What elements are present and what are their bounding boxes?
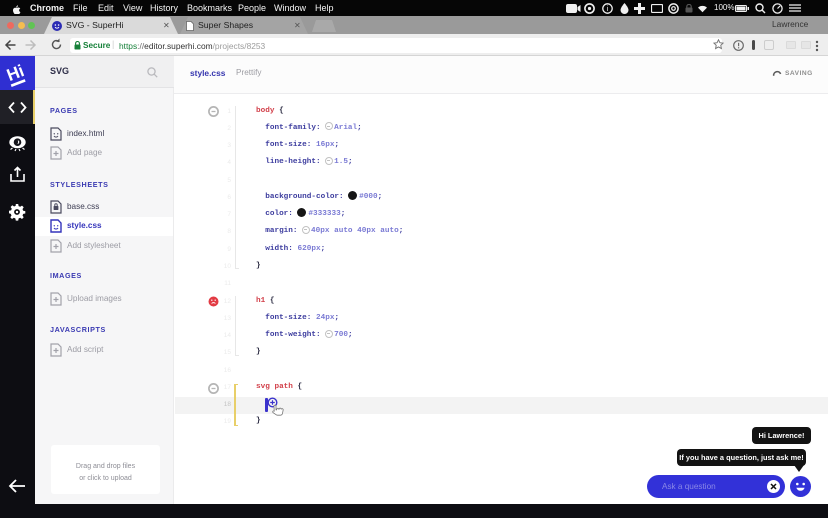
svg-text:i: i [607, 6, 609, 13]
